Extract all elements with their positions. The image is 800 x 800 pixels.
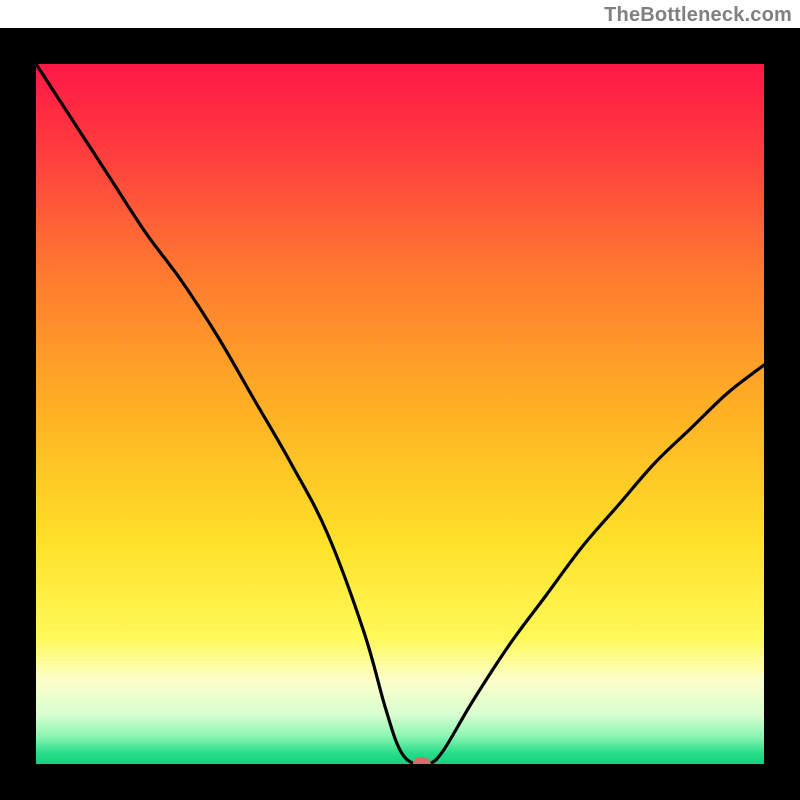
plot-background (36, 64, 764, 764)
bottleneck-chart: TheBottleneck.com (0, 0, 800, 800)
chart-svg (0, 0, 800, 800)
frame-top (0, 28, 800, 64)
attribution-text: TheBottleneck.com (604, 4, 792, 27)
frame-left (0, 28, 36, 800)
frame-right (764, 28, 800, 800)
frame-bottom (0, 764, 800, 800)
